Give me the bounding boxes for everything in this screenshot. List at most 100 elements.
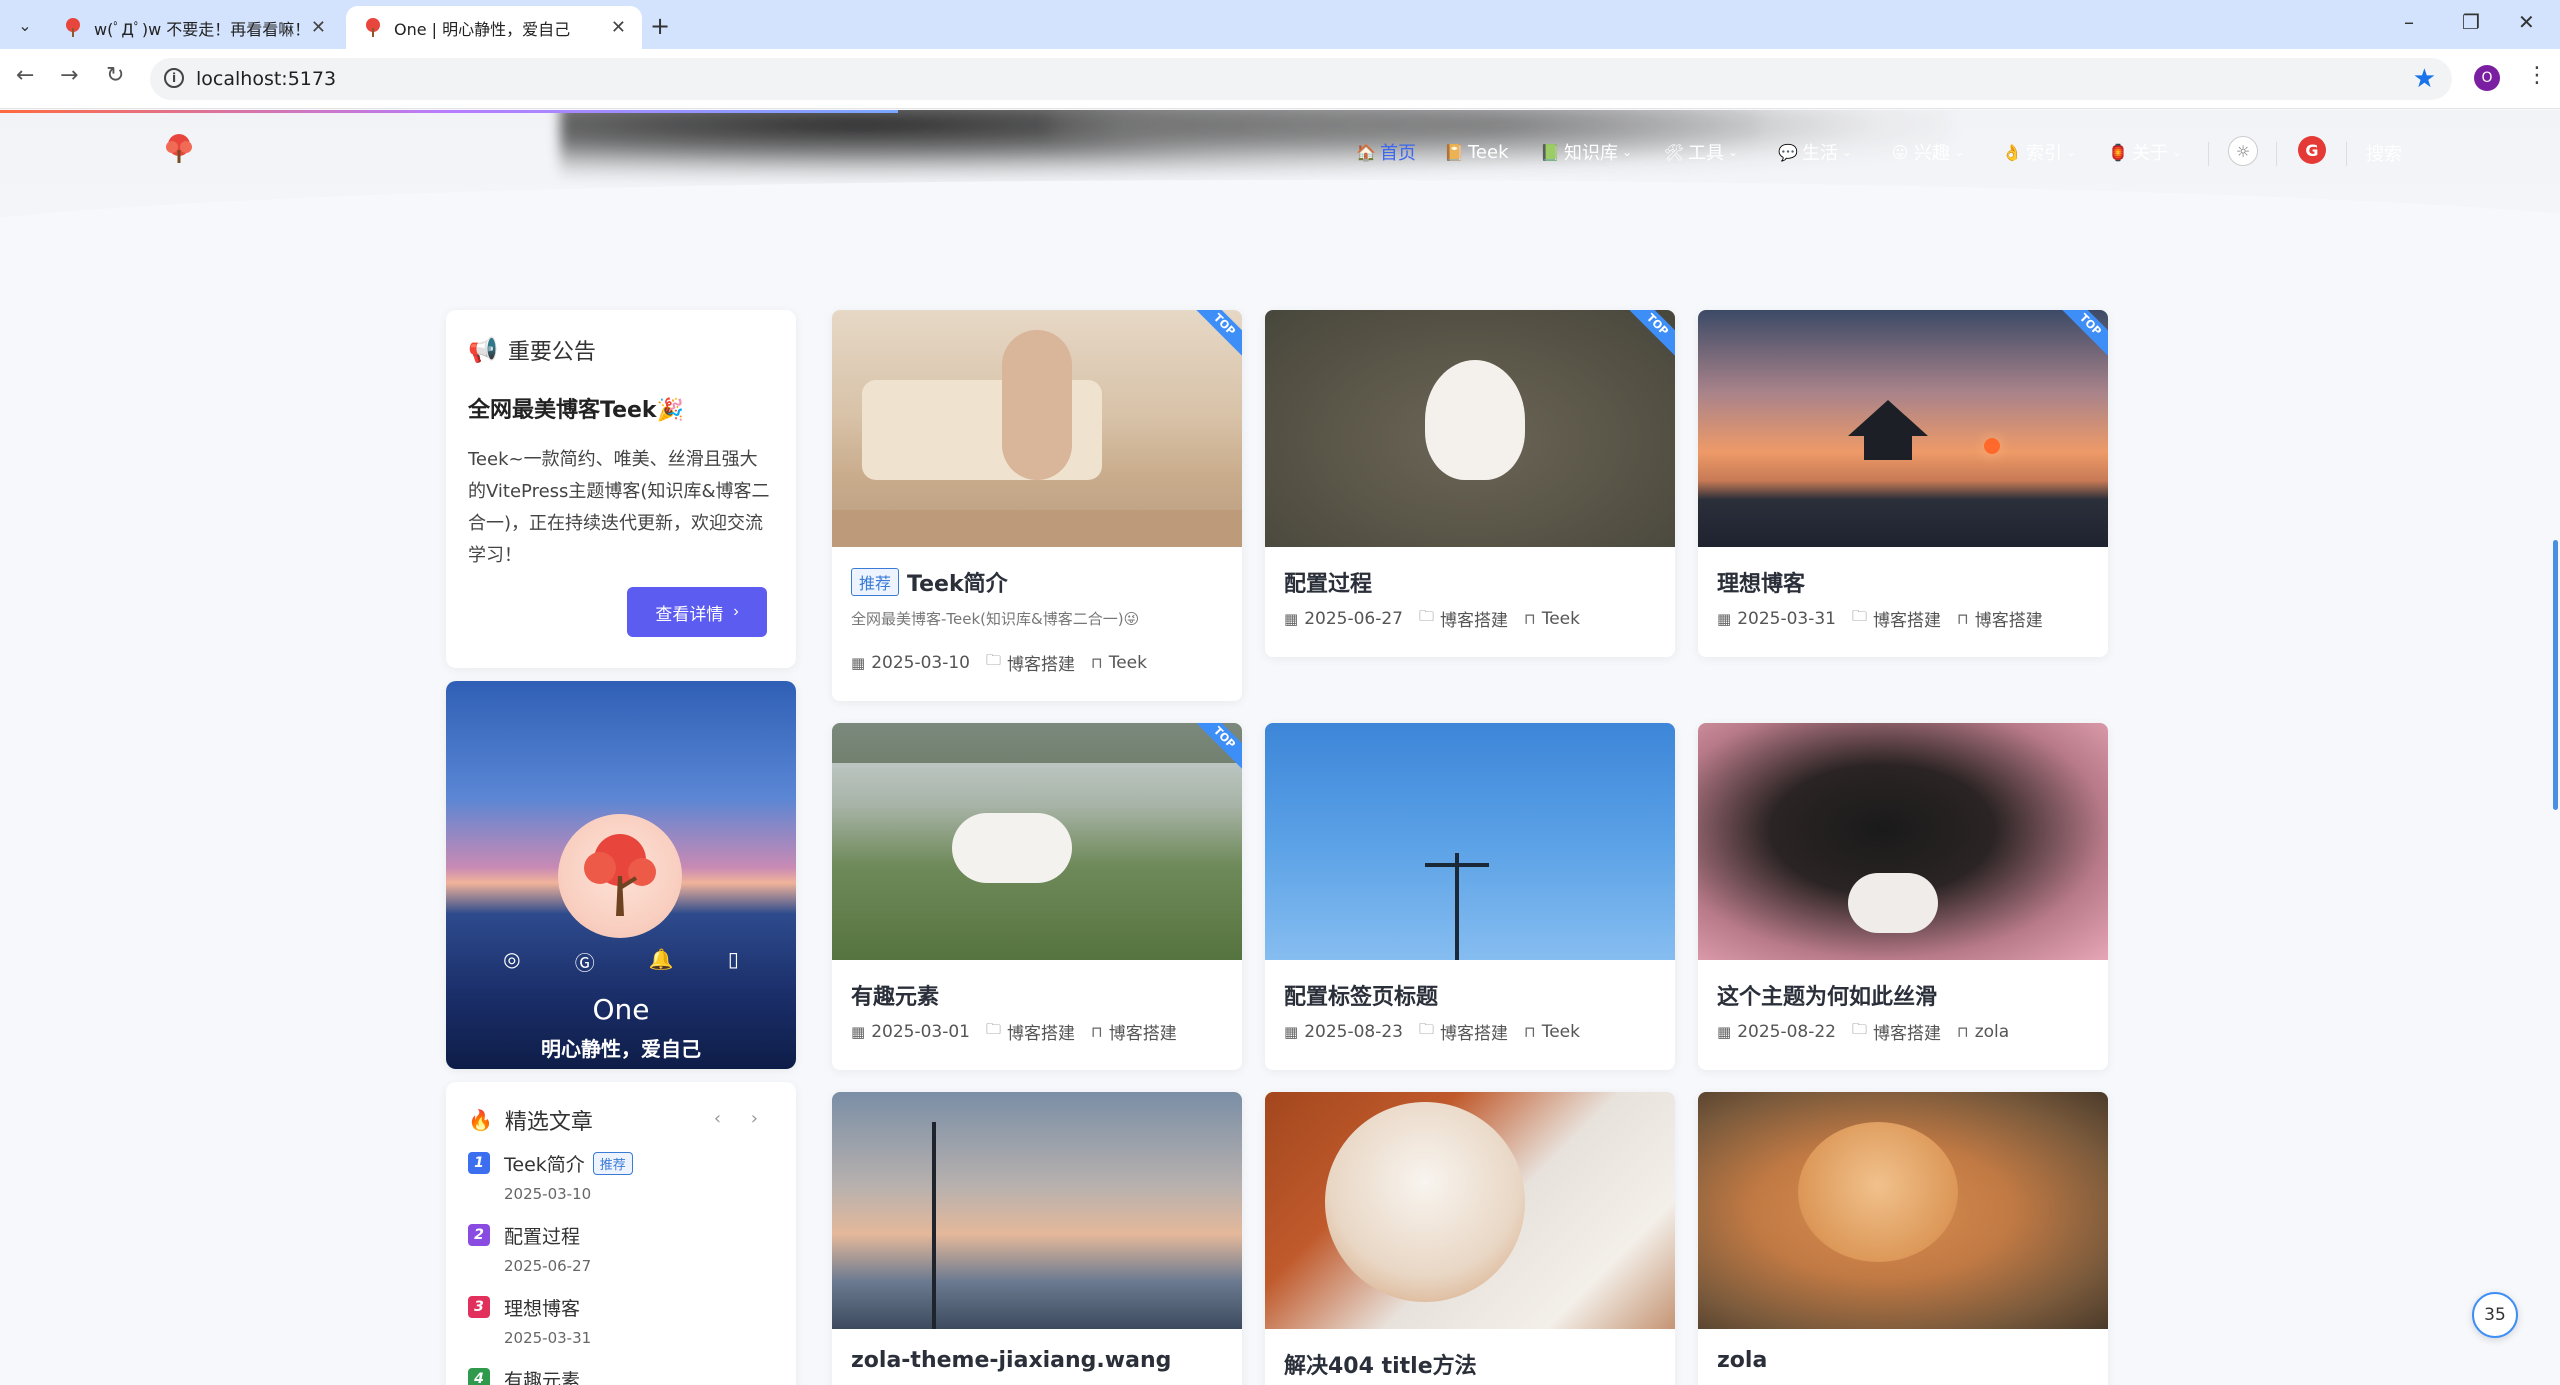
close-window-button[interactable]: ✕ [2518,10,2535,34]
site-info-icon[interactable]: i [164,68,184,88]
bookmark-icon: ⊓ [1091,653,1103,672]
featured-item[interactable]: 4 有趣元素 [468,1366,774,1385]
scrollbar-thumb[interactable] [2553,540,2558,810]
nav-item-life[interactable]: 💬 生活 ⌄ [1778,138,1852,166]
nav-item-teek[interactable]: 📔 Teek [1444,138,1508,166]
post-cover-image[interactable] [832,310,1242,547]
tools-icon: 🛠 [1663,142,1685,162]
back-arrow-icon[interactable]: ← [16,63,34,88]
featured-articles-card: 🔥 精选文章 ‹ › 1 Teek简介 推荐 2025-03-10 2 配置过程 … [446,1082,796,1385]
tab-search-chevron-icon[interactable]: ⌄ [10,12,40,38]
post-title[interactable]: 解决404 title方法 [1284,1348,1477,1380]
qq-icon[interactable]: 🔔 [649,947,674,976]
browser-tab-1[interactable]: w(ﾟДﾟ)w 不要走！再看看嘛！ ✕ [46,6,342,49]
post-tag[interactable]: Teek [1542,1022,1580,1042]
post-card[interactable]: TOP 配置过程 ▦ 2025-06-27 🗀 博客搭建 ⊓ Teek [1265,310,1675,657]
browser-tab-2[interactable]: One | 明心静性，爱自己 ✕ [346,6,642,49]
nav-item-label: 索引 [2026,143,2062,164]
post-category[interactable]: 博客搭建 [1873,606,1941,631]
post-card[interactable]: TOP 理想博客 ▦ 2025-03-31 🗀 博客搭建 ⊓ 博客搭建 [1698,310,2108,657]
post-category[interactable]: 博客搭建 [1873,1019,1941,1044]
recommend-tag: 推荐 [592,1152,633,1175]
post-title[interactable]: 配置标签页标题 [1284,979,1438,1011]
featured-title[interactable]: Teek简介 [504,1150,585,1177]
hero-banner [0,110,2560,246]
post-title[interactable]: 有趣元素 [851,979,939,1011]
new-tab-plus-icon[interactable]: + [650,12,670,40]
nav-item-library[interactable]: 📗 知识库 ⌄ [1540,138,1632,166]
post-card[interactable]: 配置标签页标题 ▦ 2025-08-23 🗀 博客搭建 ⊓ Teek [1265,723,1675,1070]
nav-item-home[interactable]: 🏠 首页 [1356,138,1416,166]
featured-pager[interactable]: ‹ › [714,1108,770,1129]
post-title[interactable]: 配置过程 [1284,566,1372,598]
site-logo-icon[interactable] [162,132,196,166]
gitee-icon[interactable]: G [2298,136,2326,164]
post-title[interactable]: zola-theme-jiaxiang.wang [851,1348,1171,1373]
featured-item[interactable]: 2 配置过程 2025-06-27 [468,1222,774,1294]
nav-item-tools[interactable]: 🛠 工具 ⌄ [1664,138,1738,166]
post-category[interactable]: 博客搭建 [1440,606,1508,631]
github-icon[interactable]: ◎ [503,947,520,976]
more-menu-icon[interactable]: ⋮ [2526,63,2548,88]
post-card[interactable]: zola [1698,1092,2108,1385]
profile-avatar[interactable]: O [2474,65,2500,91]
post-tag[interactable]: 博客搭建 [1975,606,2043,631]
minimize-button[interactable]: – [2404,10,2414,34]
post-cover-image[interactable] [832,723,1242,960]
post-title[interactable]: 理想博客 [1717,566,1805,598]
browser-tab-strip: ⌄ w(ﾟДﾟ)w 不要走！再看看嘛！ ✕ One | 明心静性，爱自己 ✕ +… [0,0,2560,49]
featured-item[interactable]: 3 理想博客 2025-03-31 [468,1294,774,1366]
post-cover-image[interactable] [1698,310,2108,547]
post-tag[interactable]: 博客搭建 [1109,1019,1177,1044]
post-category[interactable]: 博客搭建 [1440,1019,1508,1044]
search-button[interactable]: 搜索 [2366,140,2402,166]
view-details-button[interactable]: 查看详情 › [627,587,767,637]
nav-item-interest[interactable]: 😛 兴趣 ⌄ [1890,138,1964,166]
featured-title[interactable]: 配置过程 [504,1222,580,1249]
back-to-top-progress-button[interactable]: 35 [2472,1292,2518,1338]
post-card[interactable]: 解决404 title方法 [1265,1092,1675,1385]
forward-arrow-icon[interactable]: → [60,63,78,88]
calendar-icon: ▦ [851,653,866,672]
post-card[interactable]: zola-theme-jiaxiang.wang [832,1092,1242,1385]
theme-toggle-sun-icon[interactable]: ☼ [2228,136,2258,166]
tab-close-icon[interactable]: ✕ [611,17,626,38]
post-category[interactable]: 博客搭建 [1007,650,1075,675]
chevron-down-icon: ⌄ [1728,145,1739,159]
post-card[interactable]: TOP 推荐 Teek简介 全网最美博客-Teek(知识库&博客二合一)😜 ▦ 20… [832,310,1242,701]
reload-icon[interactable]: ↻ [106,63,124,88]
nav-divider [2208,142,2209,166]
bookmark-star-icon[interactable]: ★ [2413,64,2436,94]
post-title[interactable]: zola [1717,1348,1767,1373]
post-cover-image[interactable] [1265,1092,1675,1329]
post-tag[interactable]: zola [1975,1022,2009,1042]
post-title[interactable]: 这个主题为何如此丝滑 [1717,979,1937,1011]
featured-item[interactable]: 1 Teek简介 推荐 2025-03-10 [468,1150,774,1222]
gitee-icon[interactable]: Ⓖ [575,947,595,976]
phone-icon[interactable]: ▯ [728,947,739,976]
post-cover-image[interactable] [1265,310,1675,547]
featured-title[interactable]: 有趣元素 [504,1366,580,1385]
omnibox[interactable]: i localhost:5173 ★ [150,58,2452,100]
post-cover-image[interactable] [1265,723,1675,960]
tab-close-icon[interactable]: ✕ [311,17,326,38]
post-cover-image[interactable] [832,1092,1242,1329]
restore-button[interactable]: ❐ [2462,10,2480,34]
post-title[interactable]: Teek简介 [907,566,1008,598]
avatar[interactable] [558,814,682,938]
post-tag[interactable]: Teek [1109,653,1147,673]
post-cover-image[interactable] [1698,1092,2108,1329]
post-tag[interactable]: Teek [1542,609,1580,629]
post-category[interactable]: 博客搭建 [1007,1019,1075,1044]
featured-title[interactable]: 理想博客 [504,1294,580,1321]
post-cover-image[interactable] [1698,723,2108,960]
post-meta: ▦ 2025-08-22 🗀 博客搭建 ⊓ zola [1717,1019,2025,1044]
nav-item-about[interactable]: 🏮 关于 ⌄ [2108,138,2182,166]
nav-item-index[interactable]: 👌 索引 ⌄ [2002,138,2076,166]
tab-title: w(ﾟДﾟ)w 不要走！再看看嘛！ [94,19,303,39]
url-text[interactable]: localhost:5173 [196,68,336,90]
post-meta: ▦ 2025-08-23 🗀 博客搭建 ⊓ Teek [1284,1019,1596,1044]
post-card[interactable]: 这个主题为何如此丝滑 ▦ 2025-08-22 🗀 博客搭建 ⊓ zola [1698,723,2108,1070]
post-card[interactable]: TOP 有趣元素 ▦ 2025-03-01 🗀 博客搭建 ⊓ 博客搭建 [832,723,1242,1070]
book-icon: 📔 [1444,142,1464,162]
